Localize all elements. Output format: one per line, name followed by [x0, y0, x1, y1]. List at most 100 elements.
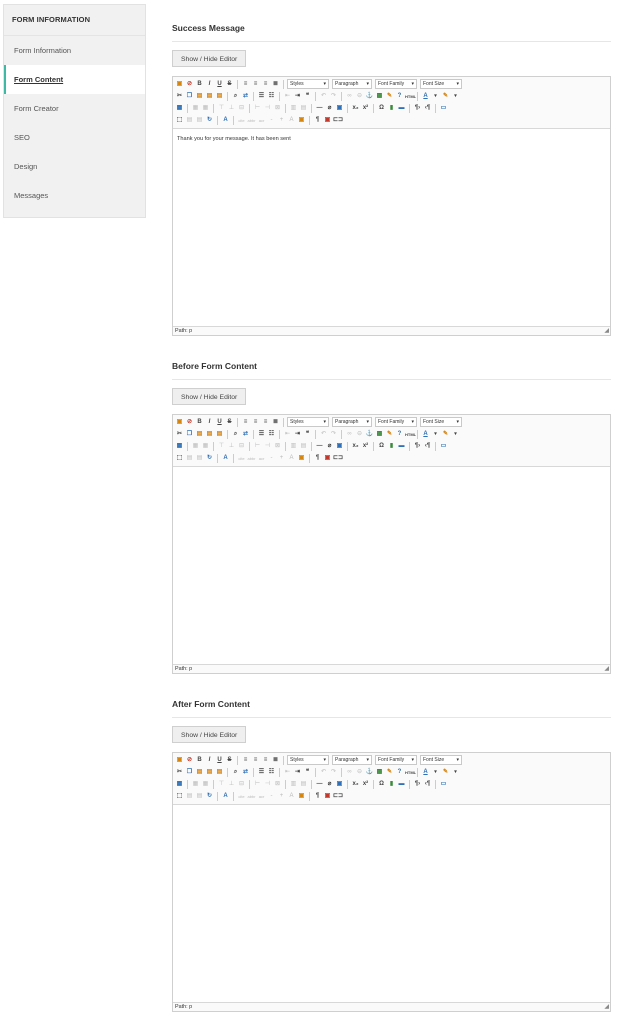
- copy-icon[interactable]: ❐: [185, 92, 194, 101]
- absolute-position-icon[interactable]: ↻: [205, 454, 214, 463]
- cut-icon[interactable]: ✂: [175, 430, 184, 439]
- ltr-icon[interactable]: ¶›: [413, 442, 422, 451]
- show-hide-editor-button[interactable]: Show / Hide Editor: [172, 726, 247, 743]
- insert-row-after-icon[interactable]: ⊥: [227, 780, 236, 789]
- show-hide-editor-button[interactable]: Show / Hide Editor: [172, 50, 247, 67]
- link-icon[interactable]: ∞: [345, 430, 354, 439]
- split-cells-icon[interactable]: ▥: [289, 780, 298, 789]
- insert-row-before-icon[interactable]: ⊤: [217, 104, 226, 113]
- image-icon[interactable]: ▩: [375, 768, 384, 777]
- show-blocks-icon[interactable]: ¶: [313, 792, 322, 801]
- del-icon[interactable]: -: [267, 454, 276, 463]
- font-family-select[interactable]: Font Family ▾: [375, 417, 417, 427]
- visual-aid-icon[interactable]: ▣: [335, 442, 344, 451]
- sidebar-item-design[interactable]: Design: [4, 152, 145, 181]
- paste-icon[interactable]: ▤: [195, 768, 204, 777]
- outdent-icon[interactable]: ⇤: [283, 768, 292, 777]
- merge-cells-icon[interactable]: ▤: [299, 104, 308, 113]
- styleprops-icon[interactable]: A: [221, 116, 230, 125]
- text-color-icon[interactable]: A: [421, 92, 430, 101]
- merge-cells-icon[interactable]: ▤: [299, 780, 308, 789]
- numbered-list-icon[interactable]: ☷: [267, 430, 276, 439]
- show-blocks-icon[interactable]: ¶: [313, 454, 322, 463]
- insert-col-after-icon[interactable]: ⊣: [263, 780, 272, 789]
- strikethrough-icon[interactable]: S: [225, 80, 234, 89]
- fullscreen-icon[interactable]: ▭: [439, 104, 448, 113]
- italic-icon[interactable]: I: [205, 756, 214, 765]
- resize-handle-icon[interactable]: ◢: [604, 665, 609, 673]
- align-left-icon[interactable]: ≡: [241, 418, 250, 427]
- unlink-icon[interactable]: ⊖: [355, 768, 364, 777]
- insert-layer-icon[interactable]: ⬚: [175, 792, 184, 801]
- link-icon[interactable]: ∞: [345, 768, 354, 777]
- table-icon[interactable]: ▦: [175, 104, 184, 113]
- paste-icon[interactable]: ▤: [195, 92, 204, 101]
- resize-handle-icon[interactable]: ◢: [604, 1003, 609, 1011]
- bold-icon[interactable]: B: [195, 80, 204, 89]
- advanced-hr-icon[interactable]: ▬: [397, 442, 406, 451]
- acronym-icon[interactable]: acr: [257, 792, 266, 801]
- align-justify-icon[interactable]: ≣: [271, 418, 280, 427]
- special-char-icon[interactable]: Ω: [377, 780, 386, 789]
- abbr-icon[interactable]: abbr: [247, 454, 256, 463]
- abbr-icon[interactable]: abbr: [247, 116, 256, 125]
- styles-select[interactable]: Styles ▾: [287, 79, 329, 89]
- indent-icon[interactable]: ⇥: [293, 92, 302, 101]
- delete-col-icon[interactable]: ⊠: [273, 442, 282, 451]
- format-select[interactable]: Paragraph ▾: [332, 755, 372, 765]
- nonbreaking-icon[interactable]: ⊏⊐: [333, 454, 343, 463]
- find-icon[interactable]: ⌕: [231, 92, 240, 101]
- numbered-list-icon[interactable]: ☷: [267, 768, 276, 777]
- superscript-icon[interactable]: x²: [361, 442, 370, 451]
- font-size-select[interactable]: Font Size ▾: [420, 79, 462, 89]
- paste-text-icon[interactable]: ▤: [205, 430, 214, 439]
- font-size-select[interactable]: Font Size ▾: [420, 417, 462, 427]
- abbr-icon[interactable]: abbr: [247, 792, 256, 801]
- insert-row-after-icon[interactable]: ⊥: [227, 442, 236, 451]
- save-icon[interactable]: ▣: [175, 756, 184, 765]
- cite-icon[interactable]: cite: [237, 792, 246, 801]
- insert-row-before-icon[interactable]: ⊤: [217, 780, 226, 789]
- absolute-position-icon[interactable]: ↻: [205, 116, 214, 125]
- fullscreen-icon[interactable]: ▭: [439, 780, 448, 789]
- template-icon[interactable]: ▣: [297, 454, 306, 463]
- paste-text-icon[interactable]: ▤: [205, 92, 214, 101]
- superscript-icon[interactable]: x²: [361, 780, 370, 789]
- anchor-icon[interactable]: ⚓: [365, 430, 374, 439]
- horizontal-rule-icon[interactable]: —: [315, 104, 324, 113]
- save-icon[interactable]: ▣: [175, 418, 184, 427]
- visual-aid-icon[interactable]: ▣: [335, 780, 344, 789]
- paste-word-icon[interactable]: ▤: [215, 768, 224, 777]
- outdent-icon[interactable]: ⇤: [283, 92, 292, 101]
- underline-icon[interactable]: U: [215, 418, 224, 427]
- replace-icon[interactable]: ⇄: [241, 92, 250, 101]
- cancel-icon[interactable]: ⊘: [185, 418, 194, 427]
- insert-row-before-icon[interactable]: ⊤: [217, 442, 226, 451]
- horizontal-rule-icon[interactable]: —: [315, 780, 324, 789]
- strikethrough-icon[interactable]: S: [225, 418, 234, 427]
- align-justify-icon[interactable]: ≣: [271, 80, 280, 89]
- help-icon[interactable]: ?: [395, 768, 404, 777]
- move-backward-icon[interactable]: ▤: [195, 454, 204, 463]
- visual-chars-icon[interactable]: ▣: [323, 116, 332, 125]
- attribs-icon[interactable]: A: [287, 454, 296, 463]
- template-icon[interactable]: ▣: [297, 792, 306, 801]
- underline-icon[interactable]: U: [215, 80, 224, 89]
- bold-icon[interactable]: B: [195, 418, 204, 427]
- underline-icon[interactable]: U: [215, 756, 224, 765]
- chevron-down-icon[interactable]: ▾: [431, 768, 440, 777]
- attribs-icon[interactable]: A: [287, 116, 296, 125]
- merge-cells-icon[interactable]: ▤: [299, 442, 308, 451]
- align-left-icon[interactable]: ≡: [241, 756, 250, 765]
- delete-col-icon[interactable]: ⊠: [273, 780, 282, 789]
- styles-select[interactable]: Styles ▾: [287, 417, 329, 427]
- split-cells-icon[interactable]: ▥: [289, 442, 298, 451]
- copy-icon[interactable]: ❐: [185, 430, 194, 439]
- chevron-down-icon[interactable]: ▾: [451, 92, 460, 101]
- bold-icon[interactable]: B: [195, 756, 204, 765]
- bullet-list-icon[interactable]: ☰: [257, 92, 266, 101]
- format-select[interactable]: Paragraph ▾: [332, 79, 372, 89]
- font-family-select[interactable]: Font Family ▾: [375, 79, 417, 89]
- move-backward-icon[interactable]: ▤: [195, 792, 204, 801]
- fullscreen-icon[interactable]: ▭: [439, 442, 448, 451]
